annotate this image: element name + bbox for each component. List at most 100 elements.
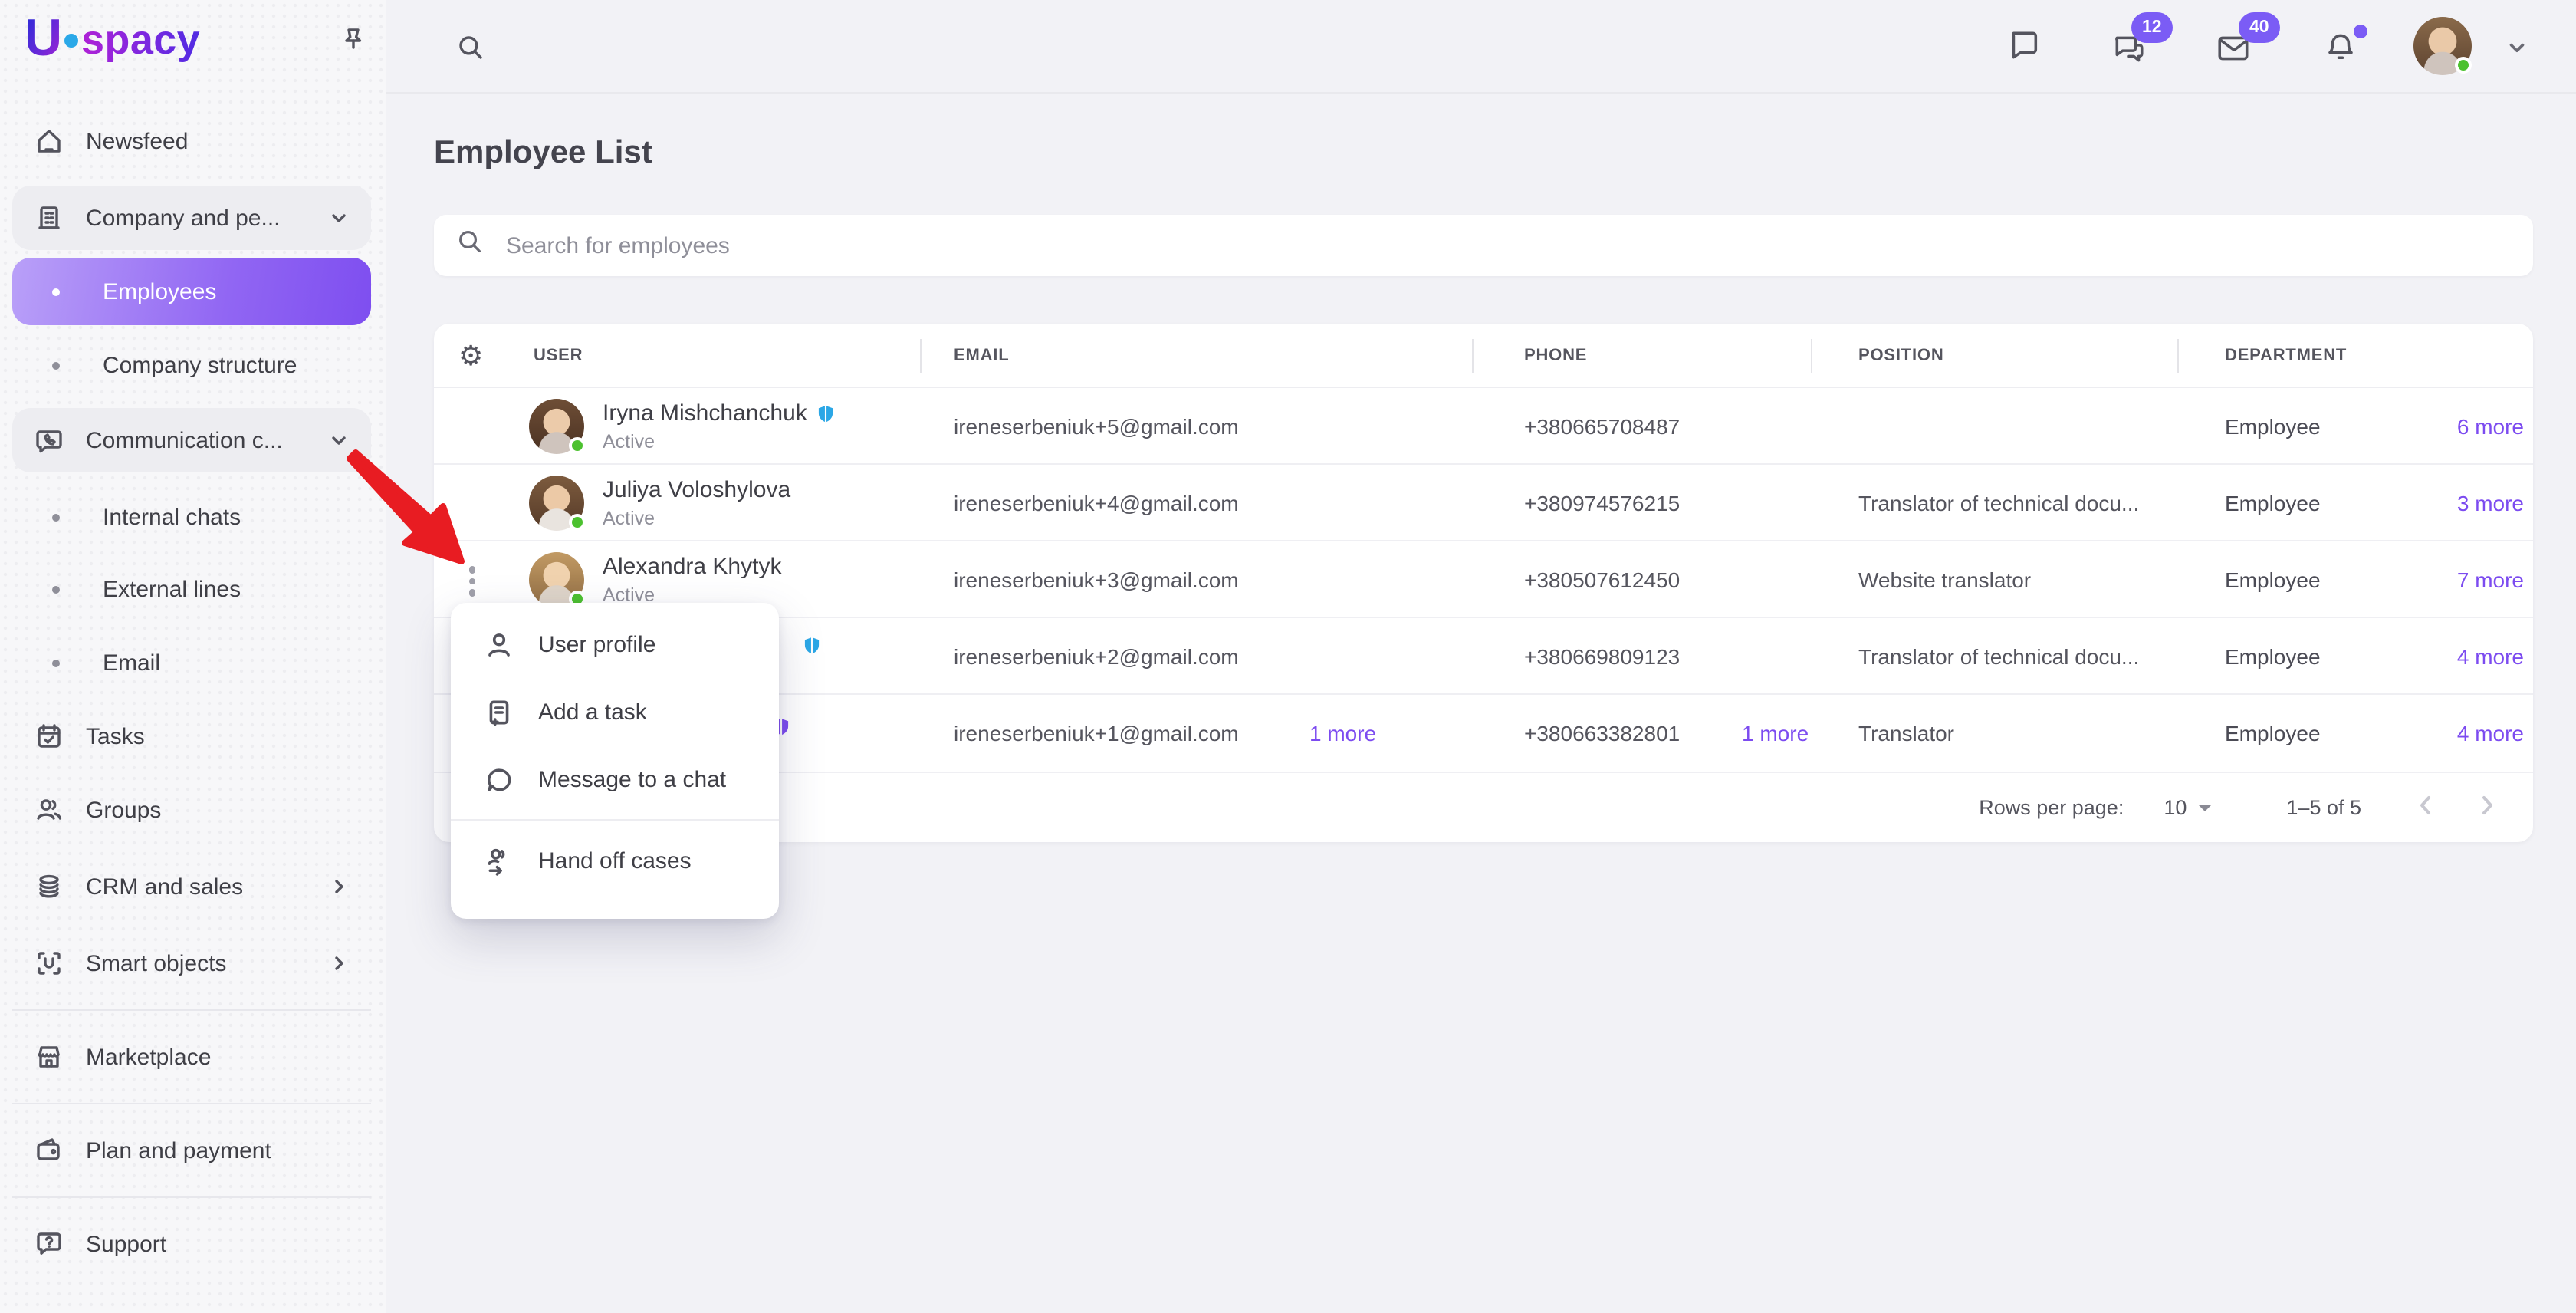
- sidebar-item-newsfeed[interactable]: Newsfeed: [12, 106, 371, 176]
- column-header-user[interactable]: USER: [534, 324, 583, 388]
- menu-item-label: Message to a chat: [538, 766, 726, 792]
- employee-email: ireneserbeniuk+1@gmail.com: [954, 695, 1239, 772]
- table-settings-gear-icon[interactable]: ⚙: [458, 341, 483, 371]
- help-chat-icon: [34, 1229, 64, 1259]
- department-more-link[interactable]: 6 more: [2457, 388, 2524, 465]
- column-divider: [920, 339, 922, 373]
- employee-position: Translator: [1858, 695, 1954, 772]
- sidebar: U spacy Newsfeed Company and pe... Emplo…: [0, 0, 386, 1313]
- global-search-icon[interactable]: [455, 32, 486, 71]
- sidebar-item-plan-and-payment[interactable]: Plan and payment: [12, 1115, 371, 1186]
- profile-chevron-down-icon[interactable]: [2505, 37, 2528, 67]
- sidebar-item-crm-and-sales[interactable]: CRM and sales: [12, 851, 371, 922]
- sidebar-item-label: Smart objects: [86, 950, 307, 976]
- row-context-menu: User profile Add a task Message to a cha…: [451, 603, 779, 919]
- employee-department: Employee: [2225, 541, 2321, 618]
- people-icon: [34, 795, 64, 825]
- previous-page-button[interactable]: [2413, 793, 2438, 822]
- department-more-link[interactable]: 4 more: [2457, 695, 2524, 772]
- employee-name[interactable]: Alexandra Khytyk: [603, 554, 781, 580]
- sidebar-item-label: Support: [86, 1231, 350, 1257]
- employee-status: Active: [603, 431, 655, 452]
- employee-department: Employee: [2225, 618, 2321, 695]
- feedback-bubble-icon[interactable]: [2006, 28, 2041, 71]
- calendar-check-icon: [34, 721, 64, 752]
- uspacy-logo[interactable]: U: [25, 9, 62, 69]
- department-more-link[interactable]: 4 more: [2457, 618, 2524, 695]
- chats-badge[interactable]: 12: [2131, 12, 2173, 43]
- sidebar-item-label: Plan and payment: [86, 1137, 350, 1163]
- sidebar-divider: [12, 1009, 371, 1011]
- logo-text[interactable]: spacy: [81, 17, 200, 64]
- menu-item-add-a-task[interactable]: Add a task: [451, 678, 779, 745]
- sidebar-item-internal-chats[interactable]: Internal chats: [12, 482, 371, 552]
- employee-email: ireneserbeniuk+3@gmail.com: [954, 541, 1239, 618]
- sidebar-item-marketplace[interactable]: Marketplace: [12, 1022, 371, 1092]
- sidebar-item-company-and-people[interactable]: Company and pe...: [12, 186, 371, 250]
- mail-badge[interactable]: 40: [2239, 12, 2280, 43]
- wallet-icon: [34, 1135, 64, 1166]
- column-header-email[interactable]: EMAIL: [954, 324, 1009, 388]
- column-divider: [1472, 339, 1474, 373]
- user-icon: [485, 630, 514, 659]
- topbar: 12 40: [386, 0, 2576, 94]
- employee-name[interactable]: Iryna Mishchanchuk: [603, 400, 836, 426]
- next-page-button[interactable]: [2475, 793, 2499, 822]
- employee-email: ireneserbeniuk+2@gmail.com: [954, 618, 1239, 695]
- sidebar-divider: [12, 1103, 371, 1104]
- sidebar-item-label: Communication c...: [86, 427, 307, 453]
- department-more-link[interactable]: 7 more: [2457, 541, 2524, 618]
- chat-bubble-icon: [485, 765, 514, 794]
- phone-more-link[interactable]: 1 more: [1742, 695, 1809, 772]
- chat-phone-icon: [34, 425, 64, 456]
- menu-item-user-profile[interactable]: User profile: [451, 610, 779, 678]
- notifications-bell-icon[interactable]: [2323, 29, 2358, 72]
- column-header-phone[interactable]: PHONE: [1524, 324, 1587, 388]
- search-icon: [455, 227, 485, 264]
- bullet-icon: [52, 513, 60, 521]
- column-divider: [1811, 339, 1812, 373]
- database-icon: [34, 871, 64, 902]
- sidebar-item-smart-objects[interactable]: Smart objects: [12, 928, 371, 999]
- sidebar-item-email[interactable]: Email: [12, 627, 371, 698]
- rows-per-page-select[interactable]: 10: [2164, 796, 2213, 819]
- sidebar-item-company-structure[interactable]: Company structure: [12, 330, 371, 400]
- email-more-link[interactable]: 1 more: [1309, 695, 1376, 772]
- sidebar-item-external-lines[interactable]: External lines: [12, 554, 371, 624]
- employee-email: ireneserbeniuk+5@gmail.com: [954, 388, 1239, 465]
- employee-email: ireneserbeniuk+4@gmail.com: [954, 465, 1239, 541]
- sidebar-item-employees[interactable]: Employees: [12, 258, 371, 325]
- notification-dot: [2354, 25, 2367, 38]
- table-row[interactable]: Iryna Mishchanchuk Active ireneserbeniuk…: [434, 388, 2533, 465]
- bullet-icon: [52, 288, 60, 295]
- menu-item-message-to-a-chat[interactable]: Message to a chat: [451, 745, 779, 813]
- annotation-arrow: [340, 448, 486, 586]
- store-icon: [34, 1042, 64, 1072]
- scan-u-icon: [34, 948, 64, 979]
- column-divider: [2177, 339, 2179, 373]
- sidebar-item-groups[interactable]: Groups: [12, 775, 371, 845]
- pin-sidebar-icon[interactable]: [337, 25, 368, 55]
- sidebar-item-label: Internal chats: [103, 504, 350, 530]
- employee-name[interactable]: Juliya Voloshylova: [603, 477, 790, 503]
- column-header-department[interactable]: DEPARTMENT: [2225, 324, 2347, 388]
- page-title: Employee List: [434, 135, 652, 172]
- chevron-right-icon: [328, 953, 350, 974]
- app-window: U spacy Newsfeed Company and pe... Emplo…: [0, 0, 2576, 1313]
- menu-item-hand-off-cases[interactable]: Hand off cases: [451, 827, 779, 894]
- table-row[interactable]: Juliya Voloshylova Active ireneserbeniuk…: [434, 465, 2533, 541]
- search-input[interactable]: [506, 232, 2512, 258]
- home-icon: [34, 126, 64, 156]
- department-more-link[interactable]: 3 more: [2457, 465, 2524, 541]
- handoff-person-arrow-icon: [485, 846, 514, 875]
- sidebar-item-communication-channels[interactable]: Communication c...: [12, 408, 371, 472]
- sidebar-item-tasks[interactable]: Tasks: [12, 701, 371, 772]
- employee-position: Website translator: [1858, 541, 2031, 618]
- menu-item-label: User profile: [538, 631, 656, 657]
- sidebar-item-label: CRM and sales: [86, 874, 307, 900]
- sidebar-item-label: External lines: [103, 576, 350, 602]
- column-header-position[interactable]: POSITION: [1858, 324, 1944, 388]
- employee-position: Translator of technical docu...: [1858, 618, 2139, 695]
- sidebar-item-support[interactable]: Support: [12, 1209, 371, 1279]
- online-status-dot: [569, 514, 586, 531]
